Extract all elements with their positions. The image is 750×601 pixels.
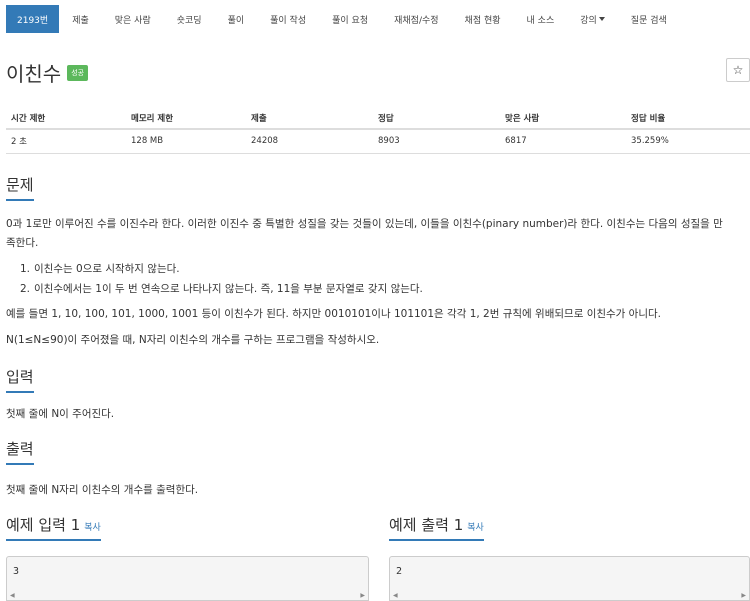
star-icon: ☆: [732, 63, 744, 77]
tab-question-search[interactable]: 질문 검색: [618, 0, 680, 38]
sample-output-scrollbar[interactable]: ◀ ▶: [390, 591, 749, 600]
rule-number: 2.: [20, 283, 31, 295]
scroll-right-icon[interactable]: ▶: [741, 592, 746, 599]
tab-write-solution[interactable]: 풀이 작성: [257, 0, 319, 38]
rule-text: 이친수에서는 1이 두 번 연속으로 나타나지 않는다. 즉, 11을 부분 문…: [34, 283, 423, 295]
scroll-right-icon[interactable]: ▶: [360, 592, 365, 599]
caret-down-icon: [598, 17, 605, 21]
tab-problem-number[interactable]: 2193번: [6, 5, 60, 33]
sample-output-heading: 예제 출력 1 복사: [389, 514, 484, 541]
section-problem-heading: 문제: [6, 174, 34, 201]
sample-input-heading: 예제 입력 1 복사: [6, 514, 101, 541]
value-memory-limit: 128 MB: [126, 129, 246, 154]
value-accepted: 8903: [373, 129, 500, 154]
problem-description-line2: 족한다.: [6, 237, 39, 249]
copy-sample-input-link[interactable]: 복사: [84, 523, 101, 533]
value-accept-ratio: 35.259%: [626, 129, 750, 154]
tab-accepted-users[interactable]: 맞은 사람: [102, 0, 164, 38]
tab-short-coding[interactable]: 숏코딩: [164, 0, 215, 38]
header-accepted: 정답: [373, 107, 500, 130]
problem-examples-text: 예를 들면 1, 10, 100, 101, 1000, 1001 등이 이친수…: [6, 308, 661, 320]
header-accepted-users: 맞은 사람: [500, 107, 626, 130]
header-time-limit: 시간 제한: [6, 107, 126, 130]
favorite-star-button[interactable]: ☆: [726, 58, 750, 82]
input-description: 첫째 줄에 N이 주어진다.: [6, 408, 115, 420]
status-badge: 성공: [67, 64, 89, 81]
value-submissions: 24208: [246, 129, 373, 154]
tab-rejudge[interactable]: 재채점/수정: [381, 0, 451, 38]
copy-sample-output-link[interactable]: 복사: [467, 523, 484, 533]
sample-input-scrollbar[interactable]: ◀ ▶: [7, 591, 368, 600]
header-submissions: 제출: [246, 107, 373, 130]
section-output-heading: 출력: [6, 438, 34, 465]
header-accept-ratio: 정답 비율: [626, 107, 750, 130]
tab-lectures[interactable]: 강의: [567, 0, 618, 38]
info-value-row: 2 초 128 MB 24208 8903 6817 35.259%: [6, 129, 750, 154]
problem-nav: 2193번 제출 맞은 사람 숏코딩 풀이 풀이 작성 풀이 요청 재채점/수정…: [0, 0, 750, 38]
rule-text: 이친수는 0으로 시작하지 않는다.: [34, 263, 180, 275]
sample-output-title: 예제 출력 1: [389, 516, 464, 534]
sample-output-value: 2: [396, 566, 403, 577]
header-memory-limit: 메모리 제한: [126, 107, 246, 130]
info-header-row: 시간 제한 메모리 제한 제출 정답 맞은 사람 정답 비율: [6, 107, 750, 130]
tab-request-solution[interactable]: 풀이 요청: [319, 0, 381, 38]
problem-info-table: 시간 제한 메모리 제한 제출 정답 맞은 사람 정답 비율 2 초 128 M…: [6, 107, 750, 154]
output-description: 첫째 줄에 N자리 이친수의 개수를 출력한다.: [6, 484, 199, 496]
page-title: 이친수: [6, 62, 62, 86]
sample-output-box: 2 ◀ ▶: [389, 556, 750, 601]
title-row: 이친수 성공: [6, 58, 89, 87]
problem-rules-list: 1. 이친수는 0으로 시작하지 않는다. 2. 이친수에서는 1이 두 번 연속으…: [20, 259, 740, 299]
sample-input-title: 예제 입력 1: [6, 516, 81, 534]
value-accepted-users: 6817: [500, 129, 626, 154]
sample-input-box: 3 ◀ ▶: [6, 556, 369, 601]
tab-submit[interactable]: 제출: [59, 0, 102, 38]
tab-lectures-label: 강의: [580, 15, 597, 26]
tab-solutions[interactable]: 풀이: [215, 0, 258, 38]
tab-status[interactable]: 채점 현황: [452, 0, 514, 38]
section-input-heading: 입력: [6, 366, 34, 393]
list-item: 2. 이친수에서는 1이 두 번 연속으로 나타나지 않는다. 즉, 11을 부분…: [20, 279, 740, 299]
rule-number: 1.: [20, 263, 31, 275]
list-item: 1. 이친수는 0으로 시작하지 않는다.: [20, 259, 740, 279]
tab-my-source[interactable]: 내 소스: [514, 0, 568, 38]
sample-input-value: 3: [13, 566, 20, 577]
scroll-left-icon[interactable]: ◀: [10, 592, 15, 599]
problem-description-line1: 0과 1로만 이루어진 수를 이진수라 한다. 이러한 이진수 중 특별한 성질…: [6, 218, 723, 230]
value-time-limit: 2 초: [6, 129, 126, 154]
scroll-left-icon[interactable]: ◀: [393, 592, 398, 599]
problem-task-text: N(1≤N≤90)이 주어졌을 때, N자리 이친수의 개수를 구하는 프로그램…: [6, 334, 380, 346]
